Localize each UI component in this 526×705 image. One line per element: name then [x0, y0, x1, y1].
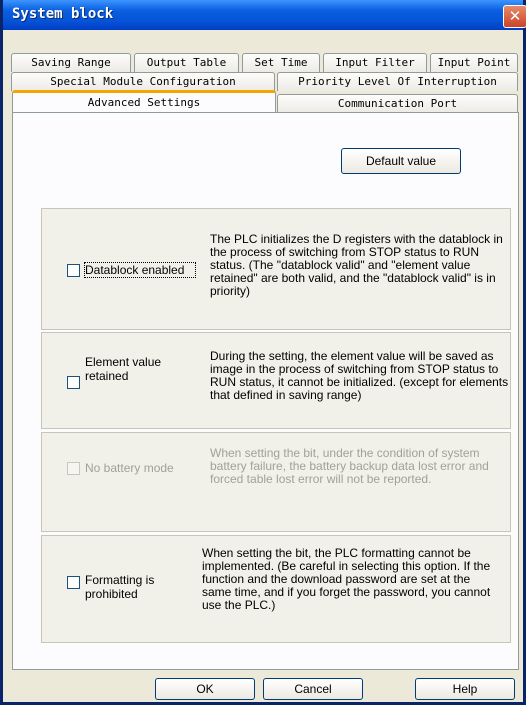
tab-special-module-configuration[interactable]: Special Module Configuration — [11, 72, 275, 91]
tab-output-table[interactable]: Output Table — [134, 53, 239, 72]
option-no-battery-mode: No battery mode When setting the bit, un… — [41, 432, 511, 532]
tab-advanced-settings[interactable]: Advanced Settings — [12, 90, 276, 112]
datablock-enabled-label[interactable]: Datablock enabled — [84, 262, 196, 278]
tab-communication-port[interactable]: Communication Port — [277, 94, 518, 113]
tab-input-point[interactable]: Input Point — [430, 53, 518, 72]
cancel-button[interactable]: Cancel — [263, 678, 363, 700]
option-formatting-prohibited: Formatting is prohibited When setting th… — [41, 535, 511, 643]
tab-saving-range[interactable]: Saving Range — [11, 53, 131, 72]
no-battery-mode-checkbox[interactable] — [67, 462, 80, 475]
tab-set-time[interactable]: Set Time — [242, 53, 320, 72]
system-block-dialog: System block ✕ Saving Range Output Table… — [0, 0, 526, 705]
element-value-retained-label[interactable]: Element value retained — [85, 355, 175, 383]
help-button[interactable]: Help — [415, 678, 515, 700]
tab-advanced-settings-label: Advanced Settings — [87, 96, 201, 109]
element-value-retained-description: During the setting, the element value wi… — [210, 349, 509, 402]
datablock-enabled-checkbox[interactable] — [67, 264, 80, 277]
title-bar[interactable]: System block ✕ — [3, 0, 526, 30]
tab-priority-level-of-interruption[interactable]: Priority Level Of Interruption — [277, 72, 518, 91]
option-element-value-retained: Element value retained During the settin… — [41, 332, 511, 429]
formatting-prohibited-label[interactable]: Formatting is prohibited — [85, 573, 185, 601]
default-value-button[interactable]: Default value — [341, 148, 461, 174]
window-title: System block — [12, 6, 114, 22]
formatting-prohibited-checkbox[interactable] — [67, 576, 80, 589]
datablock-enabled-description: The PLC initializes the D registers with… — [210, 232, 503, 298]
close-button[interactable]: ✕ — [503, 5, 526, 28]
close-icon: ✕ — [508, 7, 522, 25]
option-datablock-enabled: Datablock enabled The PLC initializes th… — [41, 208, 511, 330]
tab-input-filter[interactable]: Input Filter — [323, 53, 427, 72]
no-battery-mode-description: When setting the bit, under the conditio… — [210, 446, 489, 486]
ok-button[interactable]: OK — [155, 678, 255, 700]
element-value-retained-checkbox[interactable] — [67, 376, 80, 389]
no-battery-mode-label[interactable]: No battery mode — [85, 461, 205, 475]
formatting-prohibited-description: When setting the bit, the PLC formatting… — [202, 546, 491, 612]
